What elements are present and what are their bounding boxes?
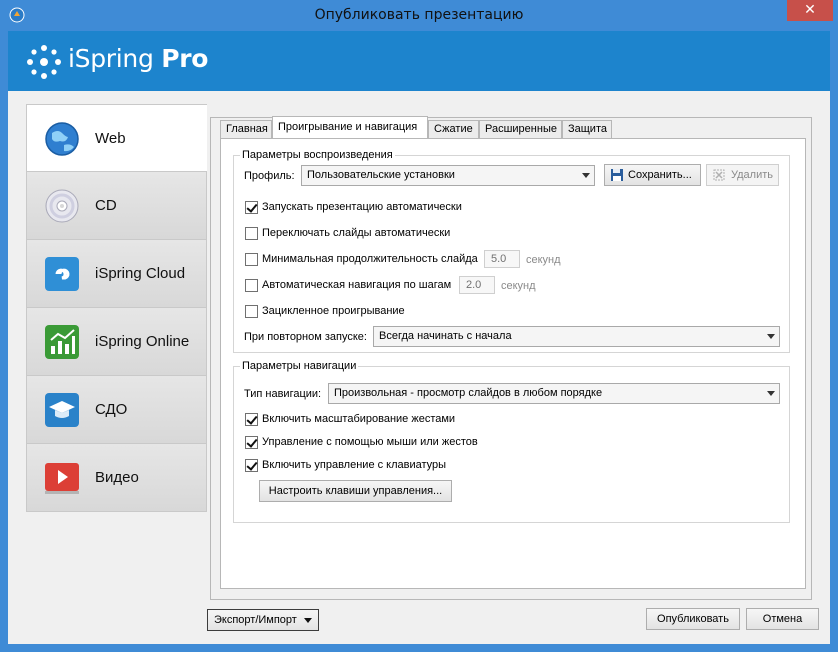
close-button[interactable]: ✕ (787, 0, 833, 21)
chevron-down-icon (767, 391, 775, 396)
ispring-logo-icon (27, 45, 61, 79)
gesture-zoom-checkbox[interactable] (245, 413, 258, 426)
gesture-zoom-label: Включить масштабирование жестами (262, 413, 456, 425)
mouse-gestures-label: Управление с помощью мыши или жестов (262, 436, 478, 448)
auto-advance-label: Переключать слайды автоматически (262, 227, 451, 239)
profile-select[interactable]: Пользовательские установки (301, 165, 595, 186)
autostart-label: Запускать презентацию автоматически (262, 201, 462, 213)
configure-keys-button[interactable]: Настроить клавиши управления... (259, 480, 452, 502)
nav-item-ispring-online[interactable]: iSpring Online (26, 308, 207, 376)
cloud-icon (45, 257, 79, 291)
auto-step-unit: секунд (501, 280, 536, 292)
nav-label-video: Видео (95, 469, 139, 486)
keyboard-label: Включить управление с клавиатуры (262, 459, 447, 471)
tab-playback-navigation[interactable]: Проигрывание и навигация (272, 116, 428, 138)
restart-select-value: Всегда начинать с начала (379, 330, 512, 342)
delete-icon (713, 169, 725, 181)
window-title: Опубликовать презентацию (314, 7, 524, 23)
delete-profile-label: Удалить (731, 169, 773, 181)
loop-checkbox[interactable] (245, 305, 258, 318)
tab-compression[interactable]: Сжатие (428, 120, 479, 138)
nav-item-cd[interactable]: CD (26, 172, 207, 240)
brand-name: iSpring Pro (68, 44, 208, 73)
autostart-checkbox[interactable] (245, 201, 258, 214)
nav-label-cd: CD (95, 197, 117, 214)
auto-step-checkbox[interactable] (245, 279, 258, 292)
nav-type-select[interactable]: Произвольная - просмотр слайдов в любом … (328, 383, 780, 404)
tab-content: Параметры воспроизведения Профиль: Польз… (220, 138, 806, 589)
video-play-icon (45, 463, 79, 494)
playback-group: Параметры воспроизведения Профиль: Польз… (233, 149, 790, 353)
save-profile-label: Сохранить... (628, 169, 692, 181)
export-import-button[interactable]: Экспорт/Импорт (207, 609, 319, 631)
navigation-group: Параметры навигации Тип навигации: Произ… (233, 360, 790, 523)
loop-label: Зацикленное проигрывание (262, 305, 405, 317)
delete-profile-button[interactable]: Удалить (706, 164, 779, 186)
nav-label-web: Web (95, 130, 126, 147)
chevron-down-icon (767, 334, 775, 339)
auto-advance-checkbox[interactable] (245, 227, 258, 240)
nav-item-video[interactable]: Видео (26, 444, 207, 512)
nav-label-ispring-online: iSpring Online (95, 333, 190, 350)
chevron-down-icon (582, 173, 590, 178)
nav-item-web[interactable]: Web (26, 104, 207, 172)
chart-icon (45, 325, 79, 359)
chevron-down-icon (304, 618, 312, 623)
auto-step-label: Автоматическая навигация по шагам (262, 279, 452, 291)
nav-item-ispring-cloud[interactable]: iSpring Cloud (26, 240, 207, 308)
auto-step-input[interactable]: 2.0 (459, 276, 495, 294)
min-duration-label: Минимальная продолжительность слайда (262, 253, 478, 265)
publish-target-nav: Web CD iSpring Cloud iSpring Online СДО … (26, 104, 207, 512)
mouse-gestures-checkbox[interactable] (245, 436, 258, 449)
profile-select-value: Пользовательские установки (307, 169, 455, 181)
restart-label: При повторном запуске: (244, 331, 367, 343)
min-duration-input[interactable]: 5.0 (484, 250, 520, 268)
tab-protection[interactable]: Защита (562, 120, 612, 138)
nav-type-label: Тип навигации: (244, 388, 322, 400)
min-duration-checkbox[interactable] (245, 253, 258, 266)
tab-main[interactable]: Главная (220, 120, 272, 138)
publish-button[interactable]: Опубликовать (646, 608, 740, 630)
nav-label-ispring-cloud: iSpring Cloud (95, 265, 186, 282)
nav-type-select-value: Произвольная - просмотр слайдов в любом … (334, 387, 603, 399)
export-import-label: Экспорт/Импорт (214, 614, 297, 626)
cd-icon (45, 189, 79, 223)
restart-select[interactable]: Всегда начинать с начала (373, 326, 780, 347)
navigation-group-title: Параметры навигации (240, 360, 359, 372)
brand-name-bold: Pro (161, 44, 209, 73)
min-duration-unit: секунд (526, 254, 561, 266)
title-bar: Опубликовать презентацию ✕ (0, 0, 838, 31)
nav-label-lms: СДО (95, 401, 128, 418)
graduation-cap-icon (45, 393, 79, 427)
profile-label: Профиль: (244, 170, 295, 182)
save-profile-button[interactable]: Сохранить... (604, 164, 701, 186)
cancel-button[interactable]: Отмена (746, 608, 819, 630)
brand-name-light: iSpring (68, 44, 154, 73)
playback-group-title: Параметры воспроизведения (240, 149, 395, 161)
tab-advanced[interactable]: Расширенные (479, 120, 562, 138)
keyboard-checkbox[interactable] (245, 459, 258, 472)
floppy-disk-icon (611, 169, 623, 181)
window-client: iSpring Pro Web CD iSpring Cloud iSpring… (8, 31, 830, 644)
globe-icon (45, 122, 79, 156)
brand-banner: iSpring Pro (8, 31, 830, 91)
nav-item-lms[interactable]: СДО (26, 376, 207, 444)
